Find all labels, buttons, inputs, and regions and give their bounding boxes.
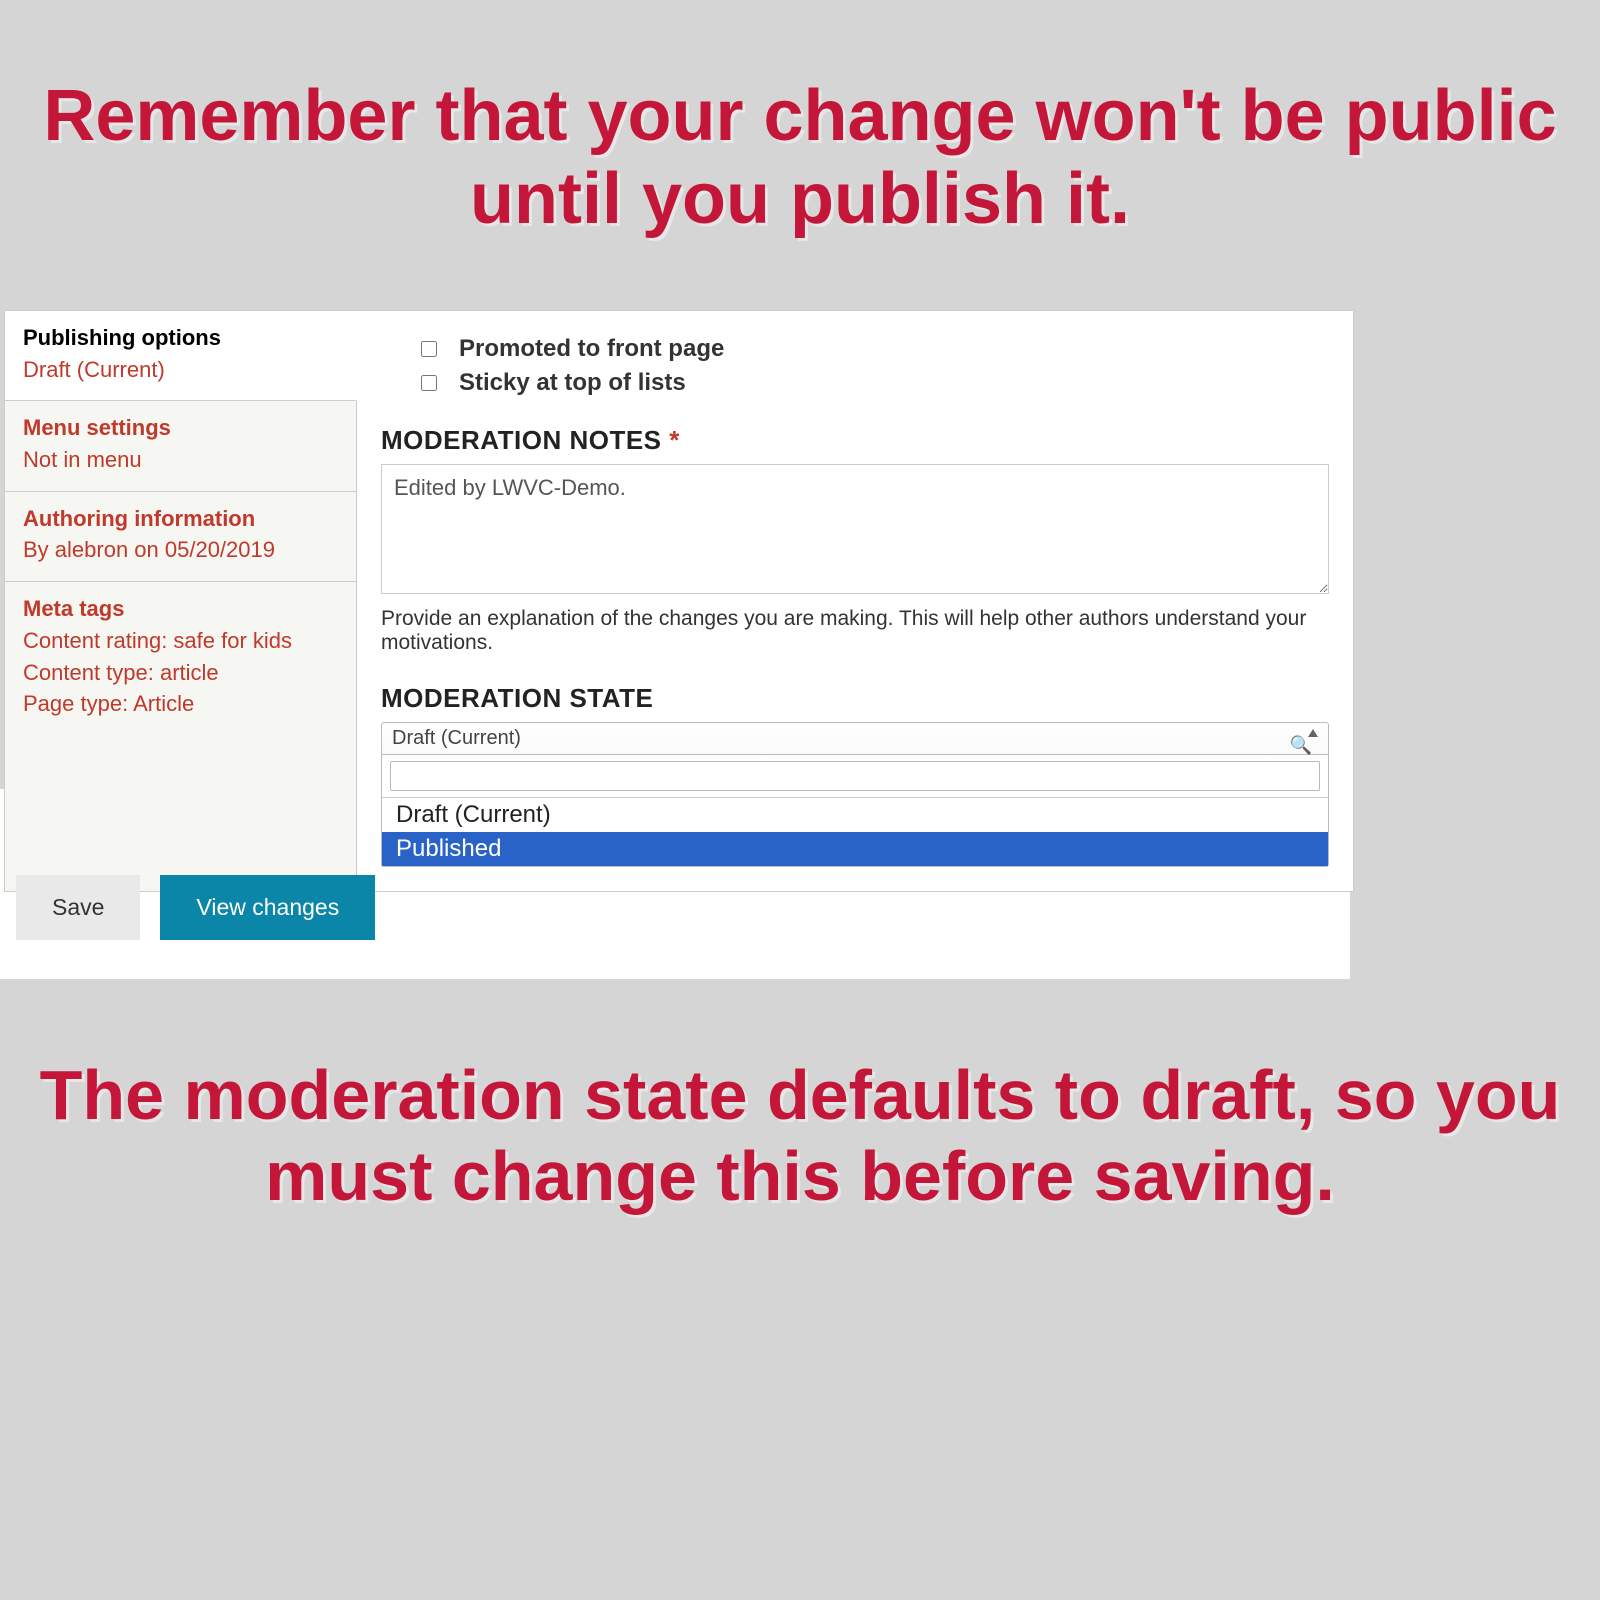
combobox-value-text: Draft (Current) (392, 727, 521, 749)
tab-meta-tags[interactable]: Meta tags Content rating: safe for kids … (5, 582, 356, 735)
instruction-banner-top: Remember that your change won't be publi… (0, 75, 1600, 241)
combobox-option-draft[interactable]: Draft (Current) (382, 798, 1328, 832)
instruction-banner-bottom: The moderation state defaults to draft, … (0, 1055, 1600, 1216)
tab-title: Meta tags (23, 594, 338, 624)
moderation-state-combobox[interactable]: Draft (Current) 🔍 Draft (Current) Publis… (381, 722, 1329, 867)
sticky-checkbox[interactable] (421, 375, 437, 391)
tab-title: Menu settings (23, 413, 338, 443)
tab-subtitle: Draft (Current) (23, 355, 338, 385)
tab-subtitle: Content type: article (23, 658, 338, 688)
moderation-notes-help: Provide an explanation of the changes yo… (381, 607, 1329, 655)
sticky-at-top-row[interactable]: Sticky at top of lists (421, 369, 1329, 397)
view-changes-button[interactable]: View changes (160, 875, 375, 940)
tab-subtitle: Content rating: safe for kids (23, 626, 338, 656)
tab-publishing-options[interactable]: Publishing options Draft (Current) (5, 311, 357, 401)
moderation-state-label: MODERATION STATE (381, 683, 1329, 714)
chevron-up-icon (1308, 729, 1318, 737)
publishing-options-pane: Promoted to front page Sticky at top of … (357, 311, 1353, 891)
promoted-to-front-page-row[interactable]: Promoted to front page (421, 335, 1329, 363)
tab-authoring-information[interactable]: Authoring information By alebron on 05/2… (5, 492, 356, 582)
sticky-label: Sticky at top of lists (459, 369, 686, 397)
moderation-notes-label: MODERATION NOTES * (381, 425, 1329, 456)
moderation-notes-field[interactable] (381, 464, 1329, 594)
tab-subtitle: By alebron on 05/20/2019 (23, 535, 338, 565)
combobox-search-input[interactable] (390, 761, 1320, 791)
vertical-tabs: Publishing options Draft (Current) Menu … (5, 311, 357, 891)
combobox-current-value[interactable]: Draft (Current) (382, 723, 1328, 755)
tab-title: Publishing options (23, 323, 338, 353)
form-actions: Save View changes (16, 875, 375, 940)
publishing-options-panel: Publishing options Draft (Current) Menu … (4, 310, 1354, 892)
combobox-options: Draft (Current) Published (382, 798, 1328, 866)
combobox-search-row: 🔍 (382, 755, 1328, 798)
tab-subtitle: Not in menu (23, 445, 338, 475)
label-text: MODERATION NOTES (381, 425, 662, 455)
save-button[interactable]: Save (16, 875, 140, 940)
combobox-option-published[interactable]: Published (382, 832, 1328, 866)
required-asterisk: * (669, 425, 680, 455)
tab-subtitle: Page type: Article (23, 689, 338, 719)
promoted-checkbox[interactable] (421, 341, 437, 357)
tab-title: Authoring information (23, 504, 338, 534)
tab-menu-settings[interactable]: Menu settings Not in menu (5, 401, 356, 491)
promoted-label: Promoted to front page (459, 335, 724, 363)
